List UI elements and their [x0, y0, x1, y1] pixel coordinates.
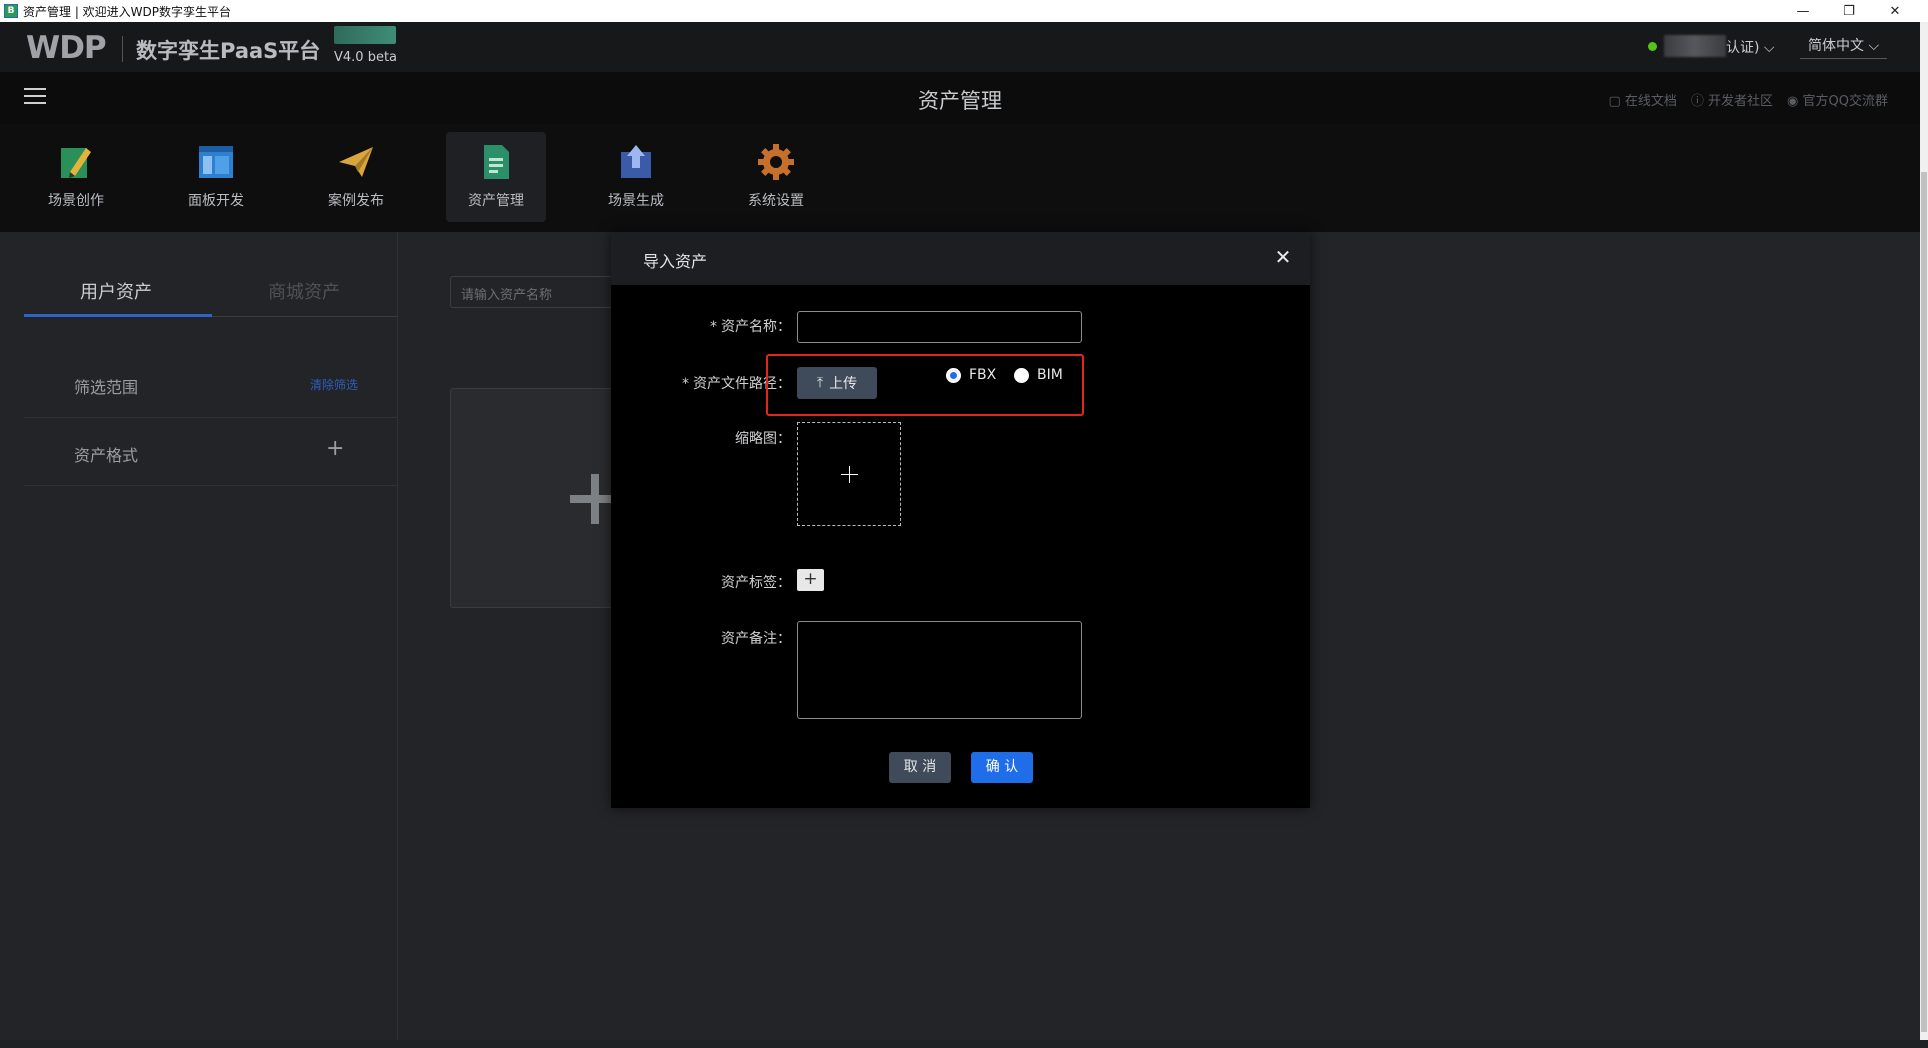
vertical-scrollbar[interactable] — [1920, 22, 1928, 1040]
tool-asset-manage[interactable]: 资产管理 — [446, 132, 546, 222]
confirm-button[interactable]: 确 认 — [971, 752, 1033, 783]
tab-store-assets[interactable]: 商城资产 — [268, 278, 340, 304]
paper-plane-icon — [336, 142, 376, 182]
tool-label: 案例发布 — [328, 193, 384, 209]
panel-layout-icon — [196, 142, 236, 182]
asset-document-icon — [476, 142, 516, 182]
asset-search-input[interactable]: 请输入资产名称 — [450, 276, 630, 308]
tool-label: 场景生成 — [608, 193, 664, 209]
tab-user-assets[interactable]: 用户资产 — [80, 278, 152, 304]
filter-range-row: 筛选范围 清除筛选 — [24, 352, 398, 418]
import-asset-dialog: 导入资产 ✕ * 资产名称： * 资产文件路径： ⤒ 上传 FBX BIM 缩略图： … — [611, 232, 1310, 808]
tool-system-settings[interactable]: 系统设置 — [726, 132, 826, 222]
tool-panel-dev[interactable]: 面板开发 — [166, 132, 266, 222]
main-toolbar: 场景创作 面板开发 案例发布 资产管理 场景生成 系统设置 — [0, 124, 1920, 232]
tool-case-publish[interactable]: 案例发布 — [306, 132, 406, 222]
wdp-logo: WDP — [26, 30, 107, 66]
filter-range-label: 筛选范围 — [74, 378, 139, 397]
cancel-button[interactable]: 取 消 — [889, 752, 951, 783]
minimize-button[interactable]: — — [1780, 0, 1826, 22]
tool-label: 面板开发 — [188, 193, 244, 209]
top-links: ▢ 在线文档 ⓘ 开发者社区 ◉ 官方QQ交流群 — [1608, 90, 1888, 109]
qq-group-link[interactable]: ◉ 官方QQ交流群 — [1787, 90, 1888, 109]
scene-pen-icon — [56, 142, 96, 182]
thumbnail-upload[interactable] — [797, 422, 901, 526]
gear-icon — [756, 142, 796, 182]
docs-link[interactable]: ▢ 在线文档 — [1608, 90, 1676, 109]
asset-tag-label: 资产标签： — [721, 575, 791, 591]
highlight-box — [766, 354, 1084, 416]
sub-header: 资产管理 ▢ 在线文档 ⓘ 开发者社区 ◉ 官方QQ交流群 — [0, 72, 1920, 124]
plus-icon-bar — [841, 474, 858, 475]
online-status-icon — [1648, 42, 1657, 51]
user-menu[interactable]: 认证) ⌵ — [1726, 37, 1775, 57]
close-window-button[interactable]: ✕ — [1872, 0, 1918, 22]
user-name-redacted — [1664, 35, 1726, 57]
app-icon: B — [4, 4, 18, 18]
thumbnail-label: 缩略图： — [735, 431, 791, 447]
tool-label: 场景创作 — [48, 193, 104, 209]
close-icon[interactable]: ✕ — [1270, 244, 1296, 270]
active-tab-indicator — [24, 314, 212, 317]
taskbar-strip — [0, 1040, 1928, 1048]
version-badge — [334, 26, 396, 44]
asset-path-label: * 资产文件路径： — [682, 376, 791, 392]
restore-button[interactable]: ❐ — [1826, 0, 1872, 22]
asset-name-input[interactable] — [797, 311, 1082, 343]
asset-format-row: 资产格式 + — [24, 420, 398, 486]
tool-label: 系统设置 — [748, 193, 804, 209]
clear-filter-link[interactable]: 清除筛选 — [310, 376, 358, 393]
dialog-title: 导入资产 — [643, 252, 708, 271]
logo-divider — [122, 36, 123, 62]
asset-note-textarea[interactable] — [797, 621, 1082, 719]
window-title: 资产管理 | 欢迎进入WDP数字孪生平台 — [23, 4, 232, 19]
tool-scene-create[interactable]: 场景创作 — [26, 132, 126, 222]
language-select[interactable]: 简体中文 ⌵ — [1800, 35, 1888, 59]
version-label: V4.0 beta — [334, 50, 398, 65]
asset-note-label: 资产备注： — [721, 631, 791, 647]
app-header: WDP 数字孪生PaaS平台 V4.0 beta 认证) ⌵ 简体中文 ⌵ — [0, 22, 1920, 72]
tool-scene-generate[interactable]: 场景生成 — [586, 132, 686, 222]
community-link[interactable]: ⓘ 开发者社区 — [1691, 90, 1773, 109]
platform-name: 数字孪生PaaS平台 — [136, 39, 321, 63]
scene-generate-icon — [616, 142, 656, 182]
filter-panel: 用户资产 商城资产 筛选范围 清除筛选 资产格式 + — [0, 232, 398, 1040]
expand-format-icon[interactable]: + — [326, 436, 344, 461]
add-tag-button[interactable]: + — [797, 569, 824, 591]
window-titlebar: B 资产管理 | 欢迎进入WDP数字孪生平台 — ❐ ✕ — [0, 0, 1928, 22]
asset-format-label: 资产格式 — [74, 446, 139, 465]
tool-label: 资产管理 — [468, 193, 524, 209]
asset-name-label: * 资产名称： — [710, 319, 791, 335]
dialog-header: 导入资产 ✕ — [611, 232, 1310, 285]
scrollbar-thumb[interactable] — [1921, 172, 1927, 1032]
